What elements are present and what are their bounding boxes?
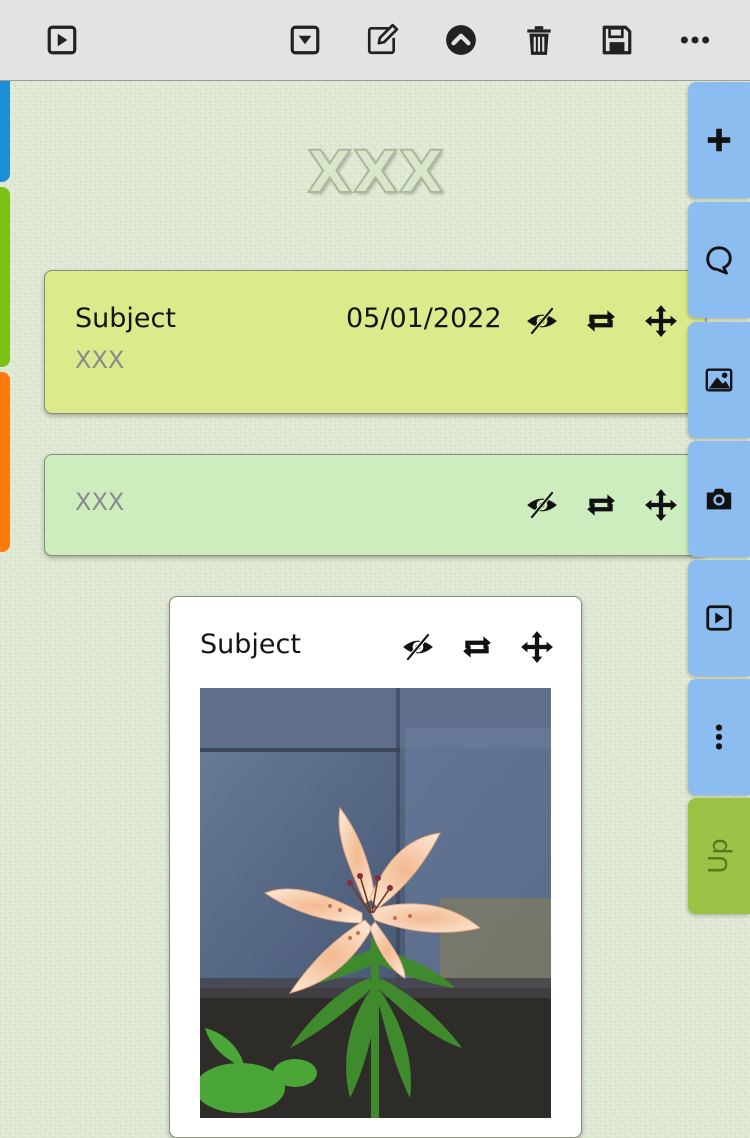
edit-button[interactable]: [364, 22, 400, 58]
repeat-icon[interactable]: [584, 304, 618, 338]
edit-icon: [367, 23, 399, 55]
move-icon[interactable]: [644, 304, 678, 338]
media-tab[interactable]: [688, 560, 750, 676]
note-text: XXX: [75, 488, 125, 516]
delete-button[interactable]: [521, 22, 557, 58]
trash-icon: [527, 26, 551, 55]
comment-tab[interactable]: [688, 202, 750, 318]
speech-bubble-icon: [706, 246, 732, 275]
toolbar: [0, 0, 750, 81]
flower-image: [200, 688, 551, 1118]
collapse-button[interactable]: [287, 22, 323, 58]
play-button[interactable]: [44, 22, 80, 58]
board-title: XXX: [306, 138, 445, 206]
save-icon: [602, 25, 632, 55]
image-icon: [705, 368, 733, 392]
more-icon: [680, 36, 710, 44]
more-vertical-icon: [715, 724, 723, 750]
note-text: XXX: [75, 346, 125, 374]
save-button[interactable]: [599, 22, 635, 58]
expand-up-button[interactable]: [443, 22, 479, 58]
play-icon: [706, 605, 732, 631]
note-subject: Subject: [75, 303, 176, 334]
note-card[interactable]: XXX: [44, 454, 706, 556]
note-card[interactable]: Subject XXX 05/01/2022: [44, 270, 706, 414]
up-tab[interactable]: Up: [688, 798, 750, 914]
up-label: Up: [703, 838, 734, 874]
left-tab-orange[interactable]: [0, 372, 10, 552]
hide-icon[interactable]: [401, 630, 435, 664]
hide-icon[interactable]: [525, 304, 559, 338]
note-subject: Subject: [200, 629, 301, 660]
camera-icon: [706, 488, 732, 510]
play-icon: [47, 25, 77, 55]
more-button[interactable]: [677, 22, 713, 58]
camera-tab[interactable]: [688, 441, 750, 557]
image-tab[interactable]: [688, 322, 750, 438]
chevron-up-icon: [446, 25, 476, 55]
repeat-icon[interactable]: [584, 488, 618, 522]
lily-photo: [200, 688, 551, 1118]
note-date: 05/01/2022: [346, 303, 502, 334]
move-icon[interactable]: [520, 630, 554, 664]
move-icon[interactable]: [644, 488, 678, 522]
plus-icon: [707, 128, 731, 152]
hide-icon[interactable]: [525, 488, 559, 522]
image-note-card[interactable]: Subject: [169, 596, 582, 1138]
left-tab-green[interactable]: [0, 187, 10, 367]
dropdown-icon: [290, 25, 320, 55]
more-tab[interactable]: [688, 679, 750, 795]
add-tab[interactable]: [688, 82, 750, 198]
repeat-icon[interactable]: [460, 630, 494, 664]
